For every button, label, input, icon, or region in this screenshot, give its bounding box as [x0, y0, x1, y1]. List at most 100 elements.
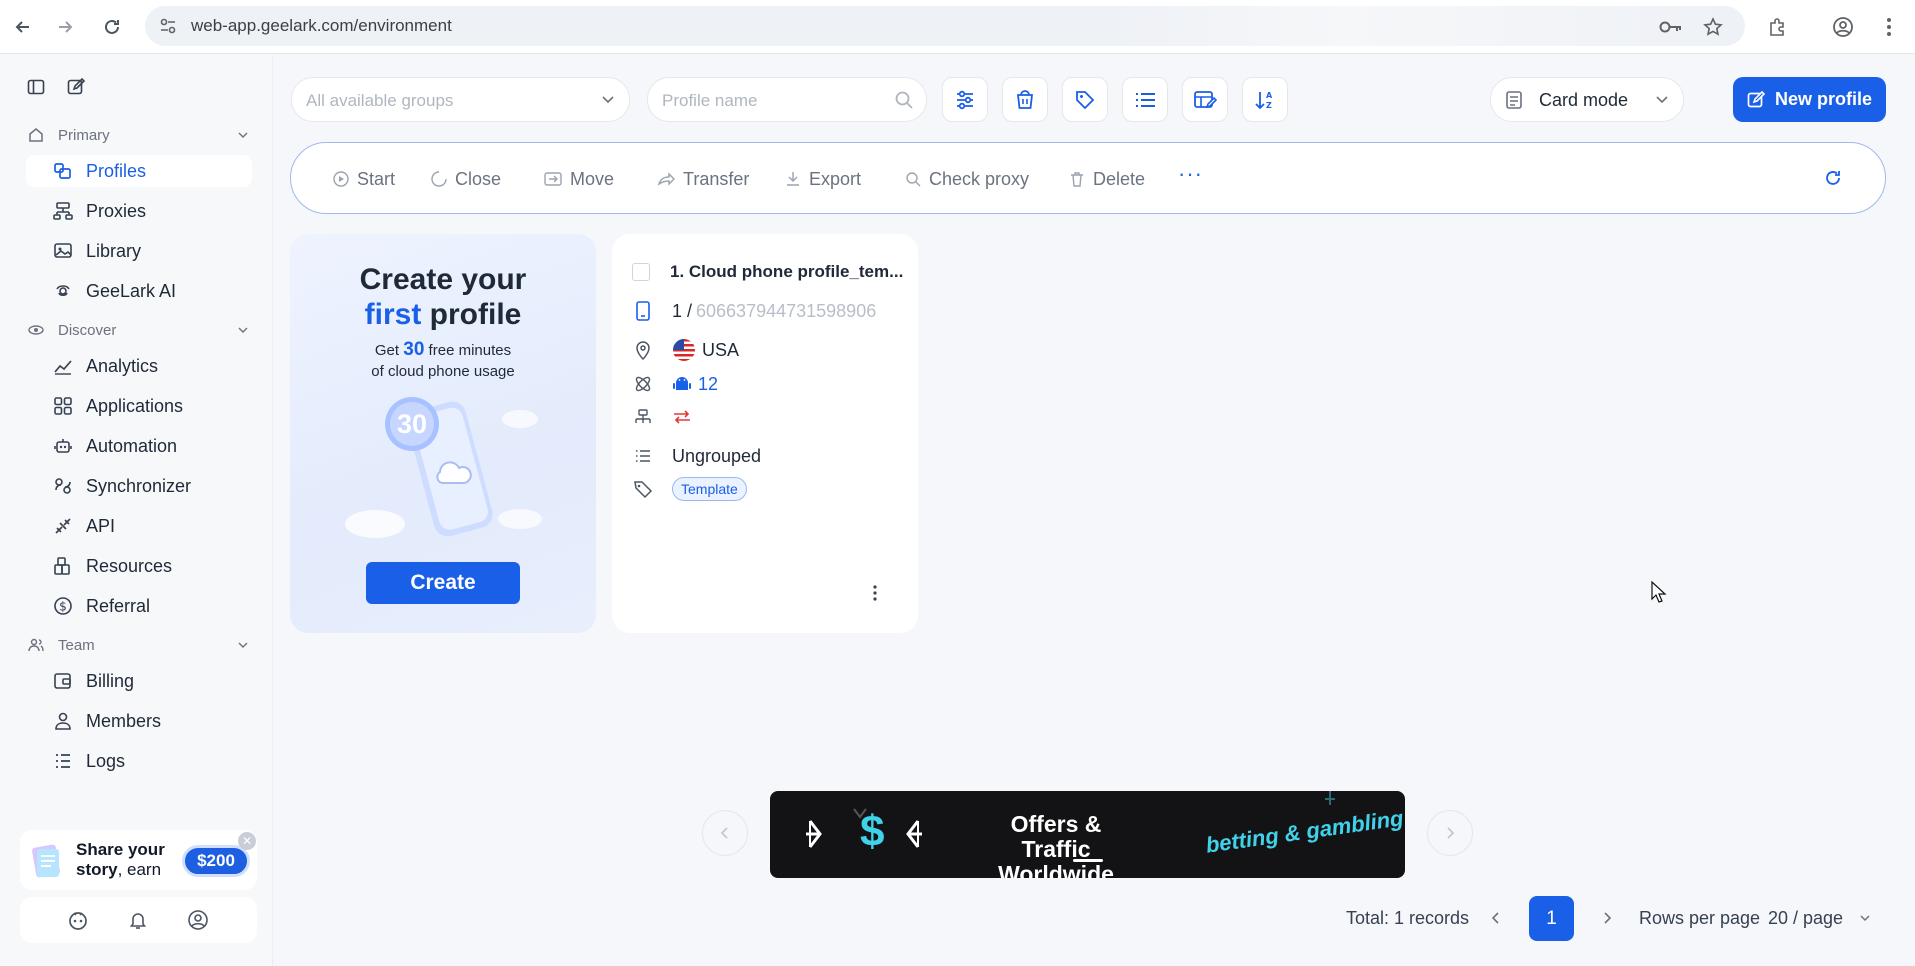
refresh-icon[interactable]: [1823, 168, 1843, 193]
profile-search-input[interactable]: Profile name: [647, 77, 927, 122]
user-profile-icon[interactable]: [186, 908, 210, 932]
network-icon: [632, 408, 654, 430]
profiles-icon: [50, 161, 76, 181]
sidebar-item-profiles[interactable]: Profiles: [26, 155, 252, 187]
referral-promo[interactable]: Share your story, earn $200: [20, 830, 257, 890]
billing-icon: [50, 671, 76, 691]
sidebar-item-resources[interactable]: Resources: [26, 550, 252, 582]
rows-per-page-select[interactable]: 20 / page: [1768, 908, 1843, 929]
sidebar-item-library[interactable]: Library: [26, 235, 252, 267]
profile-title[interactable]: 1. Cloud phone profile_tem...: [670, 262, 903, 282]
tag-button[interactable]: [1062, 77, 1108, 122]
view-mode-label: Card mode: [1539, 90, 1629, 110]
delete-button[interactable]: Delete: [1069, 167, 1145, 191]
password-key-icon[interactable]: [1657, 13, 1685, 41]
search-placeholder: Profile name: [662, 91, 758, 110]
location-pin-icon: [632, 339, 654, 361]
sidebar-bottom-tools: [20, 897, 257, 943]
more-actions-icon[interactable]: ···: [1178, 161, 1203, 187]
url-text[interactable]: web-app.geelark.com/environment: [191, 16, 452, 36]
edit-icon[interactable]: [64, 75, 88, 99]
sidebar-item-label: Members: [86, 710, 162, 731]
sidebar-item-automation[interactable]: Automation: [26, 430, 252, 462]
sidebar-item-referral[interactable]: $ Referral: [26, 590, 252, 622]
chevron-down-icon[interactable]: [1859, 911, 1871, 930]
more-vertical-icon[interactable]: [872, 584, 878, 607]
profile-country: USA: [702, 339, 740, 360]
dollar-icon: $: [860, 807, 885, 856]
sidebar-item-logs[interactable]: Logs: [26, 745, 252, 777]
banner-next-button[interactable]: [1427, 810, 1473, 856]
document-icon: [1505, 90, 1523, 115]
site-settings-icon[interactable]: [157, 15, 179, 37]
collapse-sidebar-icon[interactable]: [24, 75, 48, 99]
swap-arrows-icon[interactable]: [672, 409, 692, 430]
bell-icon[interactable]: [126, 908, 150, 932]
svg-text:A: A: [1266, 91, 1273, 100]
search-icon[interactable]: [894, 90, 914, 115]
reload-icon[interactable]: [98, 13, 126, 41]
browser-menu-icon[interactable]: [1875, 13, 1903, 41]
sidebar-item-applications[interactable]: Applications: [26, 390, 252, 422]
list-icon: [1136, 92, 1155, 107]
sidebar-item-analytics[interactable]: Analytics: [26, 350, 252, 382]
sidebar-item-billing[interactable]: Billing: [26, 665, 252, 697]
table-edit-button[interactable]: [1182, 77, 1228, 122]
section-discover[interactable]: Discover: [26, 319, 248, 341]
sub-num: 30: [403, 339, 425, 360]
team-icon: [26, 637, 46, 653]
serial-number[interactable]: 606637944731598906: [696, 301, 876, 322]
sidebar-item-label: API: [86, 515, 116, 536]
forward-arrow-icon[interactable]: [51, 13, 79, 41]
create-title-line1: Create your: [359, 263, 527, 296]
referral-icon: $: [50, 596, 76, 616]
filter-settings-button[interactable]: [942, 77, 988, 122]
chevron-right-icon: [1447, 827, 1455, 839]
close-button[interactable]: Close: [431, 167, 501, 191]
export-button[interactable]: Export: [785, 167, 861, 191]
new-profile-button[interactable]: New profile: [1733, 77, 1886, 122]
view-mode-select[interactable]: Card mode: [1490, 77, 1684, 122]
resources-icon: [50, 556, 76, 576]
check-proxy-button[interactable]: Check proxy: [905, 167, 1029, 191]
sidebar-item-proxies[interactable]: Proxies: [26, 195, 252, 227]
home-icon: [26, 127, 46, 143]
cloud-phone-illustration: [345, 397, 542, 538]
new-profile-label: New profile: [1774, 89, 1872, 109]
back-arrow-icon[interactable]: [9, 13, 37, 41]
chevron-left-icon: [720, 827, 728, 839]
prev-page-button[interactable]: [1481, 903, 1511, 933]
banner-prev-button[interactable]: [702, 810, 748, 856]
close-icon[interactable]: ✕: [238, 832, 256, 850]
bucket-button[interactable]: [1002, 77, 1048, 122]
support-robot-icon[interactable]: [66, 908, 90, 932]
chevron-left-icon: [1491, 912, 1499, 924]
sidebar-item-members[interactable]: Members: [26, 705, 252, 737]
account-icon[interactable]: [1829, 13, 1857, 41]
profile-card[interactable]: 1. Cloud phone profile_tem... 1 / 606637…: [612, 234, 918, 633]
section-team[interactable]: Team: [26, 634, 248, 656]
sidebar-item-label: Resources: [86, 555, 173, 576]
extensions-icon[interactable]: [1763, 13, 1791, 41]
android-icon: [673, 377, 691, 390]
start-button[interactable]: Start: [333, 167, 395, 191]
logs-icon: [50, 751, 76, 771]
section-primary[interactable]: Primary: [26, 124, 248, 146]
ad-banner[interactable]: $ Offers & Traffic Worldwide betting & g…: [770, 791, 1405, 878]
transfer-button[interactable]: Transfer: [657, 167, 749, 191]
sort-button[interactable]: AZ: [1242, 77, 1288, 122]
group-select[interactable]: All available groups: [291, 77, 630, 122]
page-1-button[interactable]: 1: [1529, 896, 1574, 941]
sidebar-item-geelark-ai[interactable]: GeeLark AI: [26, 275, 252, 307]
move-button[interactable]: Move: [544, 167, 614, 191]
chevron-down-icon: [1655, 90, 1669, 113]
sidebar-item-api[interactable]: API: [26, 510, 252, 542]
profile-checkbox[interactable]: [632, 263, 650, 281]
create-title-profile: profile: [421, 298, 522, 331]
bookmark-star-icon[interactable]: [1699, 13, 1727, 41]
list-view-button[interactable]: [1122, 77, 1168, 122]
sidebar-item-synchronizer[interactable]: Synchronizer: [26, 470, 252, 502]
create-button[interactable]: Create: [366, 562, 520, 604]
next-page-button[interactable]: [1592, 903, 1622, 933]
template-tag[interactable]: Template: [672, 477, 747, 501]
